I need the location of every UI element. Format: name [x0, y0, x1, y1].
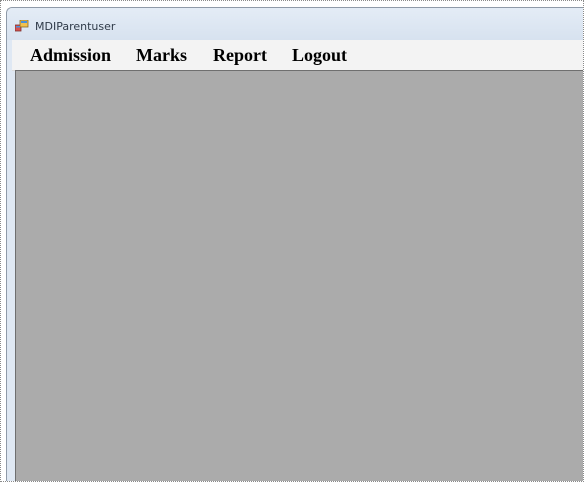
screen: MDIParentuser Admission Marks Report Log… — [0, 0, 584, 482]
title-bar[interactable]: MDIParentuser — [7, 8, 583, 40]
windows-form-icon — [15, 20, 29, 32]
menu-item-marks[interactable]: Marks — [136, 45, 187, 65]
menu-item-admission[interactable]: Admission — [30, 45, 111, 65]
menu-item-logout[interactable]: Logout — [292, 45, 347, 65]
mdi-client-area[interactable] — [15, 70, 583, 481]
menu-item-report[interactable]: Report — [213, 45, 267, 65]
menu-bar: Admission Marks Report Logout — [12, 40, 583, 71]
mdi-parent-window: MDIParentuser Admission Marks Report Log… — [6, 7, 583, 481]
window-title: MDIParentuser — [35, 20, 116, 33]
